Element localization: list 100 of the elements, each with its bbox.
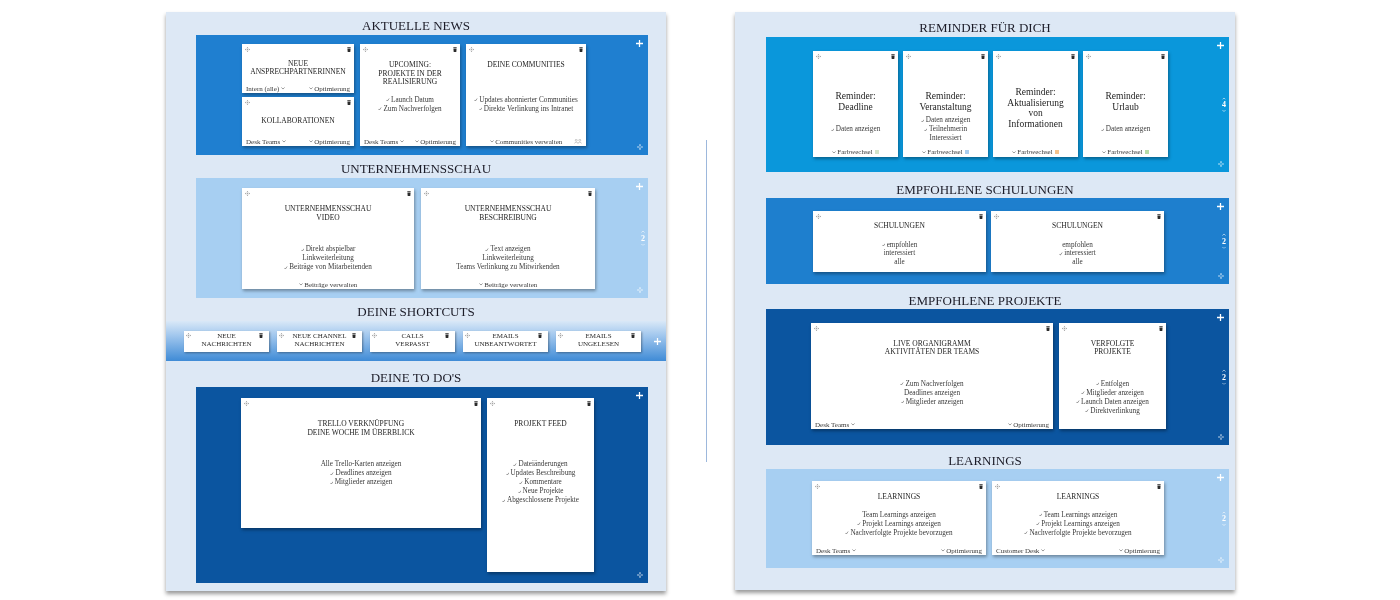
move-icon[interactable] [816, 54, 821, 59]
card-title: Reminder: Veranstaltung [919, 91, 972, 112]
chevron-down-icon[interactable] [1222, 246, 1226, 249]
move-icon[interactable] [363, 47, 368, 52]
trash-icon[interactable] [579, 47, 583, 52]
trash-icon[interactable] [347, 100, 351, 105]
move-icon[interactable] [245, 47, 250, 52]
chevron-down-icon[interactable] [1222, 382, 1226, 385]
move-icon[interactable] [465, 332, 470, 338]
trash-icon[interactable] [259, 332, 263, 338]
plus-icon[interactable] [1217, 42, 1224, 49]
move-icon[interactable] [558, 332, 563, 338]
people-icon [574, 139, 582, 144]
check-icon [1095, 382, 1100, 386]
plus-icon[interactable] [1217, 314, 1224, 321]
page-number: 2 [1222, 514, 1226, 523]
move-icon[interactable] [1062, 326, 1067, 331]
page-number: 4 [1222, 100, 1226, 109]
card-title: Reminder: Aktualisierung von Informationen [1007, 87, 1064, 129]
move-icon[interactable] [469, 47, 474, 52]
chevron-up-icon[interactable] [1222, 233, 1226, 236]
page-number: 2 [1222, 237, 1226, 245]
plus-icon[interactable] [636, 40, 643, 47]
trash-icon[interactable] [1046, 326, 1050, 331]
chevron-down-icon [281, 140, 286, 143]
move-icon[interactable] [279, 332, 284, 338]
check-icon [881, 243, 886, 247]
check-icon [830, 127, 835, 132]
trash-icon[interactable] [474, 401, 478, 406]
plus-icon[interactable] [1217, 203, 1224, 210]
chevron-down-icon [1101, 150, 1106, 154]
trash-icon[interactable] [1159, 326, 1163, 331]
chevron-down-icon[interactable] [1222, 109, 1226, 112]
trash-icon[interactable] [453, 47, 457, 52]
section-title: AKTUELLE NEWS [362, 17, 470, 35]
page-number: 2 [641, 234, 645, 242]
chevron-up-icon[interactable] [1222, 97, 1226, 100]
chevron-down-icon [850, 423, 855, 426]
chevron-down-icon [280, 87, 285, 90]
chevron-down-icon [831, 150, 836, 154]
check-icon [474, 98, 478, 102]
chevron-down-icon [308, 87, 313, 90]
move-icon[interactable] [245, 100, 250, 105]
section-title: DEINE SHORTCUTS [357, 303, 475, 321]
check-icon [845, 531, 849, 535]
move-icon[interactable] [816, 214, 821, 219]
chevron-down-icon [1118, 549, 1123, 552]
check-icon [501, 498, 506, 503]
trash-icon[interactable] [352, 332, 356, 338]
move-icon[interactable] [244, 401, 249, 406]
section-title: EMPFOHLENE SCHULUNGEN [896, 182, 1074, 198]
move-icon[interactable] [814, 326, 819, 331]
chevron-down-icon [1040, 549, 1045, 552]
move-icon[interactable] [994, 214, 999, 219]
trash-icon[interactable] [445, 332, 449, 338]
trash-icon[interactable] [538, 332, 542, 338]
chevron-down-icon [298, 283, 303, 286]
trash-icon[interactable] [588, 191, 592, 196]
chevron-down-icon [851, 549, 856, 552]
trash-icon[interactable] [891, 54, 895, 59]
check-icon [300, 247, 305, 252]
card-title: Reminder: Deadline [835, 91, 876, 112]
trash-icon[interactable] [1071, 54, 1075, 59]
chevron-down-icon [478, 283, 483, 286]
move-icon[interactable] [995, 484, 1000, 489]
chevron-down-icon [921, 150, 926, 154]
move-icon[interactable] [906, 54, 911, 59]
section-title: LEARNINGS [948, 453, 1022, 469]
plus-icon[interactable] [636, 392, 643, 399]
check-icon [1100, 127, 1105, 132]
section-title: REMINDER FÜR DICH [919, 19, 1051, 37]
chevron-down-icon [489, 140, 494, 143]
trash-icon[interactable] [347, 47, 351, 52]
move-icon[interactable] [815, 484, 820, 489]
trash-icon[interactable] [981, 54, 985, 59]
move-icon[interactable] [996, 54, 1001, 59]
move-icon[interactable] [186, 332, 191, 338]
card-title: Reminder: Urlaub [1105, 91, 1146, 112]
chevron-up-icon[interactable] [1222, 369, 1226, 372]
move-icon[interactable] [245, 191, 250, 196]
chevron-down-icon [940, 549, 945, 552]
move-icon[interactable] [424, 191, 429, 196]
check-icon [1076, 400, 1080, 404]
trash-icon[interactable] [979, 484, 983, 489]
check-icon [1085, 409, 1089, 413]
trash-icon[interactable] [979, 214, 983, 219]
check-icon [900, 382, 904, 386]
move-icon[interactable] [1086, 54, 1091, 59]
trash-icon[interactable] [631, 332, 635, 338]
move-icon[interactable] [372, 332, 377, 338]
trash-icon[interactable] [1161, 54, 1165, 59]
move-icon[interactable] [490, 401, 495, 406]
chevron-down-icon [308, 140, 313, 143]
trash-icon[interactable] [407, 191, 411, 196]
trash-icon[interactable] [1157, 484, 1161, 489]
check-icon [900, 400, 905, 404]
check-icon [857, 522, 861, 526]
chevron-down-icon [399, 140, 404, 143]
trash-icon[interactable] [1157, 214, 1161, 219]
trash-icon[interactable] [587, 401, 591, 406]
